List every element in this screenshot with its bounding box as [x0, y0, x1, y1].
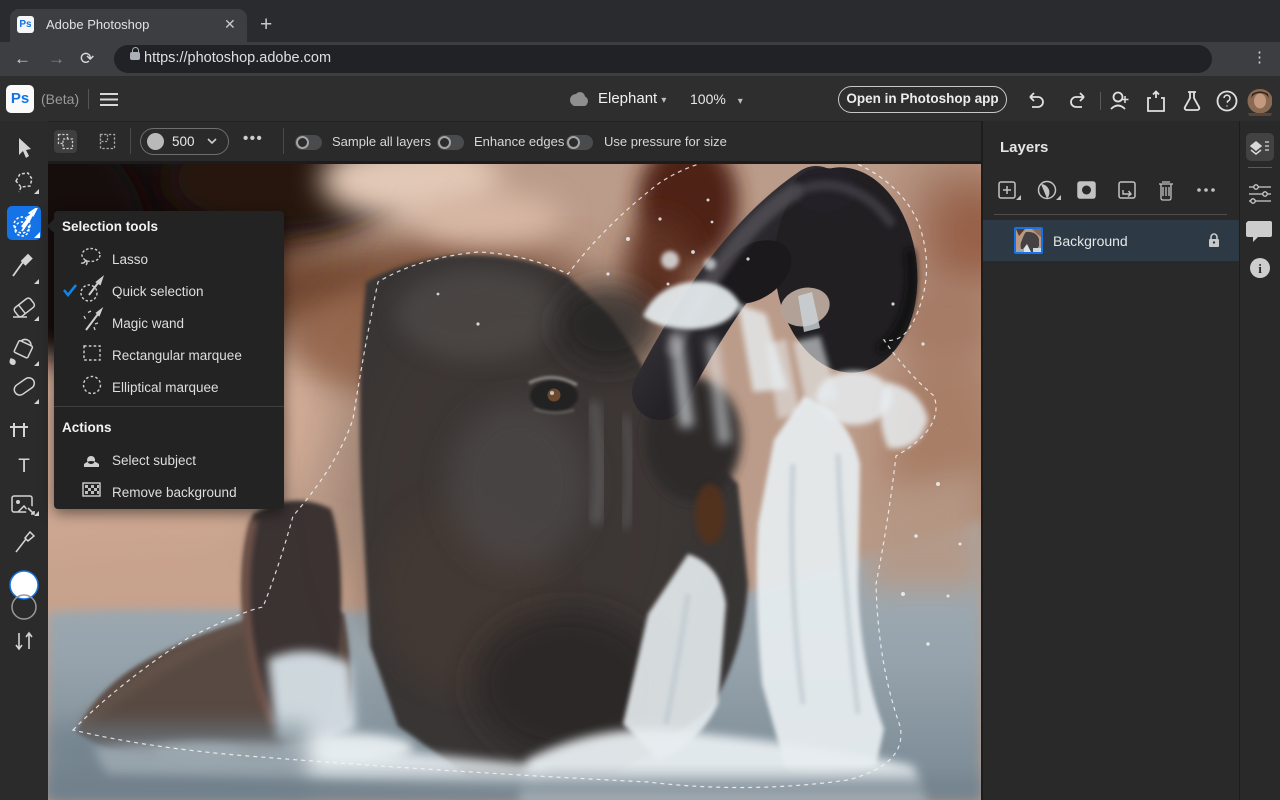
svg-text:T: T: [18, 456, 30, 477]
svg-text:i: i: [1258, 261, 1262, 276]
